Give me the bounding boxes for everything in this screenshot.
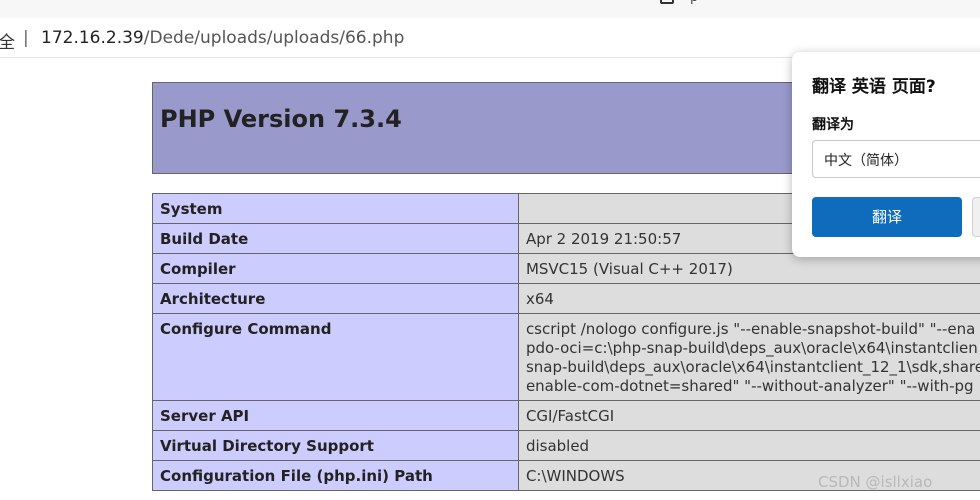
info-row: Compiler MSVC15 (Visual C++ 2017) xyxy=(152,253,980,284)
address-separator: | xyxy=(23,28,29,48)
tab-icon[interactable] xyxy=(660,0,674,4)
security-indicator[interactable]: 全 xyxy=(0,28,15,53)
target-language-select[interactable]: 中文（简体） xyxy=(812,140,980,178)
info-value-line: x64 xyxy=(525,290,554,308)
translate-popup-title: 翻译 英语 页面? xyxy=(812,77,936,97)
info-value-line: pdo-oci=c:\php-snap-build\deps_aux\oracl… xyxy=(525,339,978,357)
info-key: Architecture xyxy=(152,283,519,314)
csdn-watermark: CSDN @isllxiao xyxy=(818,473,933,491)
url-text[interactable]: 172.16.2.39/Dede/uploads/uploads/66.php xyxy=(41,28,404,48)
info-key: Server API xyxy=(152,400,519,431)
info-key: Compiler xyxy=(152,253,519,284)
info-value: x64 xyxy=(517,283,980,314)
browser-top-strip: p xyxy=(0,0,980,18)
translate-button[interactable]: 翻译 xyxy=(812,197,962,237)
url-path: /Dede/uploads/uploads/66.php xyxy=(143,28,405,48)
url-host: 172.16.2.39 xyxy=(41,28,144,48)
info-key: Virtual Directory Support xyxy=(152,430,519,461)
target-language-value: 中文（简体） xyxy=(824,153,908,169)
info-value: disabled xyxy=(517,430,980,461)
translate-popup: 翻译 英语 页面? 翻译为 中文（简体） 翻译 xyxy=(792,52,980,257)
tab-title-fragment: p xyxy=(690,0,698,5)
info-value: CGI/FastCGI xyxy=(517,400,980,431)
info-key: Configuration File (php.ini) Path xyxy=(152,460,519,491)
translate-to-label: 翻译为 xyxy=(812,117,854,133)
info-key: System xyxy=(152,193,519,224)
info-row: Architecture x64 xyxy=(152,283,980,314)
info-value: MSVC15 (Visual C++ 2017) xyxy=(517,253,980,284)
php-version-title: PHP Version 7.3.4 xyxy=(160,105,402,133)
info-key: Configure Command xyxy=(152,313,519,401)
info-key: Build Date xyxy=(152,223,519,254)
info-value-line: MSVC15 (Visual C++ 2017) xyxy=(525,260,733,278)
info-value: cscript /nologo configure.js "--enable-s… xyxy=(517,313,980,401)
info-value-line: snap-build\deps_aux\oracle\x64\instantcl… xyxy=(525,358,980,376)
info-row: Virtual Directory Support disabled xyxy=(152,430,980,461)
info-value-line: enable-com-dotnet=shared" "--without-ana… xyxy=(525,377,974,395)
secondary-button[interactable] xyxy=(972,197,980,237)
info-row: Server API CGI/FastCGI xyxy=(152,400,980,431)
info-row: Configure Command cscript /nologo configu… xyxy=(152,313,980,401)
info-value-line: disabled xyxy=(525,437,590,455)
info-value-line: cscript /nologo configure.js "--enable-s… xyxy=(525,320,976,338)
info-value-line: CGI/FastCGI xyxy=(525,407,615,425)
